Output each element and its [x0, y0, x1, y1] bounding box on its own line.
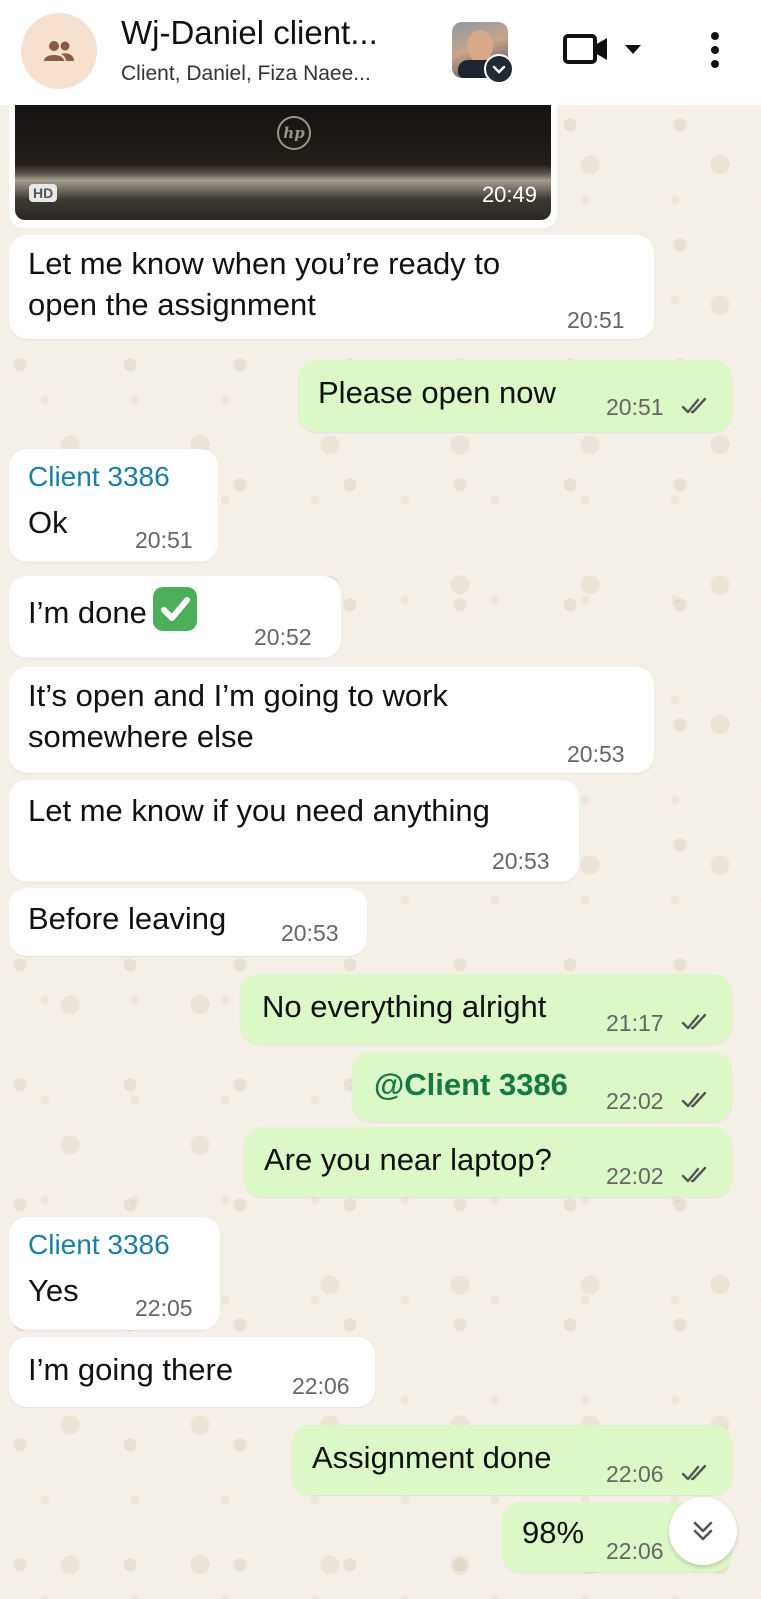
message-time: 20:51 [135, 527, 193, 553]
message-text: I’m going there [28, 1352, 234, 1387]
message-time: 20:53 [567, 741, 625, 767]
read-receipt-icon [681, 1464, 707, 1481]
message-bubble[interactable]: Assignment done 22:06 [292, 1425, 732, 1495]
read-receipt-icon [681, 1091, 707, 1108]
hp-logo-icon: hp [277, 116, 311, 150]
hd-badge: HD [29, 184, 58, 202]
message-bubble[interactable]: It’s open and I’m going to work somewher… [9, 667, 654, 773]
message-text: Before leaving [28, 901, 227, 936]
message-text: Let me know if you need anything [28, 793, 490, 828]
message-bubble[interactable]: I’m going there 22:06 [9, 1337, 375, 1407]
message-text: Let me know when you’re ready to [28, 246, 501, 281]
sender-name[interactable]: Client 3386 [28, 461, 170, 493]
message-time: 22:06 [606, 1538, 664, 1564]
message-bubble[interactable]: Please open now 20:51 [298, 360, 732, 432]
read-receipt-icon [681, 1013, 707, 1030]
message-time: 22:02 [606, 1088, 664, 1114]
message-text-with-emoji: I’m done [28, 586, 197, 637]
chat-participants[interactable]: Client, Daniel, Fiza Naee... [121, 62, 371, 86]
account-switch-icon[interactable] [484, 54, 514, 84]
message-time: 20:53 [492, 848, 550, 874]
scroll-to-bottom-button[interactable] [669, 1497, 737, 1565]
message-text: Ok [28, 505, 68, 540]
chat-title[interactable]: Wj-Daniel client... [121, 14, 378, 52]
message-bubble[interactable]: Let me know when you’re ready to open th… [9, 235, 654, 339]
laptop-photo[interactable]: hp HD 20:49 [15, 104, 551, 220]
message-bubble[interactable]: No everything alright 21:17 [240, 974, 732, 1044]
profile-avatar[interactable] [452, 22, 514, 84]
message-text: Please open now [318, 375, 556, 410]
message-text: I’m done [28, 595, 147, 630]
check-mark-button-emoji [152, 586, 197, 631]
message-time: 20:53 [281, 920, 339, 946]
message-bubble[interactable]: I’m done 20:52 [9, 576, 341, 658]
message-time: 22:05 [135, 1295, 193, 1321]
message-bubble[interactable]: Before leaving 20:53 [9, 888, 367, 956]
message-text: open the assignment [28, 287, 316, 322]
double-chevron-down-icon [693, 1521, 713, 1541]
message-bubble[interactable]: Client 3386 Ok 20:51 [9, 449, 218, 562]
message-text: somewhere else [28, 719, 254, 754]
message-text: Are you near laptop? [264, 1142, 552, 1177]
video-call-icon [563, 34, 641, 64]
message-bubble[interactable]: @Client 3386 22:02 [352, 1052, 732, 1122]
message-text: 98% [522, 1515, 585, 1550]
chat-header: Wj-Daniel client... Client, Daniel, Fiza… [0, 0, 761, 105]
message-text: Assignment done [312, 1440, 552, 1475]
group-icon [44, 41, 74, 61]
message-time: 20:51 [606, 394, 664, 420]
message-time: 22:02 [606, 1163, 664, 1189]
group-avatar[interactable] [21, 13, 97, 89]
sender-name[interactable]: Client 3386 [28, 1229, 170, 1261]
message-time: 20:52 [254, 624, 312, 650]
read-receipt-icon [681, 1166, 707, 1183]
message-bubble[interactable]: Are you near laptop? 22:02 [244, 1127, 732, 1197]
message-time: 21:17 [606, 1010, 664, 1036]
message-time: 22:06 [292, 1373, 350, 1399]
message-bubble[interactable]: Client 3386 Yes 22:05 [9, 1217, 220, 1330]
more-vert-icon [711, 32, 719, 68]
read-receipt-icon [681, 397, 707, 414]
video-call-button[interactable] [563, 28, 653, 72]
message-text: Yes [28, 1273, 79, 1308]
message-text: No everything alright [262, 989, 547, 1024]
message-bubble[interactable]: Let me know if you need anything 20:53 [9, 780, 579, 882]
image-message[interactable]: hp HD 20:49 [9, 96, 557, 228]
message-time: 22:06 [606, 1461, 664, 1487]
message-time: 20:51 [567, 307, 625, 333]
more-options-button[interactable] [700, 28, 730, 72]
message-time: 20:49 [481, 182, 537, 207]
mention-text[interactable]: @Client 3386 [374, 1064, 568, 1105]
message-text: It’s open and I’m going to work [28, 678, 448, 713]
